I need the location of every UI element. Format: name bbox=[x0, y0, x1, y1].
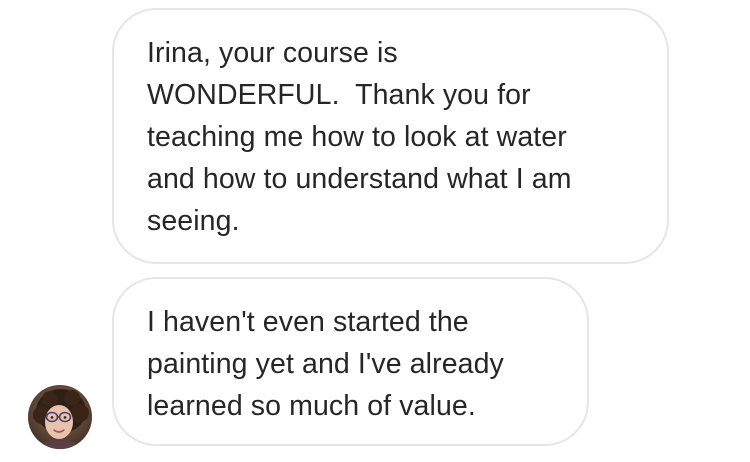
message-text-line: I haven't even started the bbox=[147, 306, 469, 338]
message-text-line: learned so much of value. bbox=[147, 390, 476, 422]
message-bubble[interactable]: I haven't even started the painting yet … bbox=[112, 277, 589, 446]
message-text-line: WONDERFUL. Thank you for bbox=[147, 79, 531, 111]
message-text-line: Irina, your course is bbox=[147, 37, 398, 69]
message-text-line: painting yet and I've already bbox=[147, 348, 504, 380]
message-bubble[interactable]: Irina, your course is WONDERFUL. Thank y… bbox=[112, 8, 669, 264]
sender-avatar[interactable] bbox=[28, 385, 92, 449]
message-thread: Irina, your course is WONDERFUL. Thank y… bbox=[0, 0, 750, 462]
message-text-line: seeing. bbox=[147, 205, 240, 237]
message-text-line: teaching me how to look at water bbox=[147, 121, 567, 153]
avatar-icon bbox=[28, 385, 92, 449]
message-text-line: and how to understand what I am bbox=[147, 163, 572, 195]
